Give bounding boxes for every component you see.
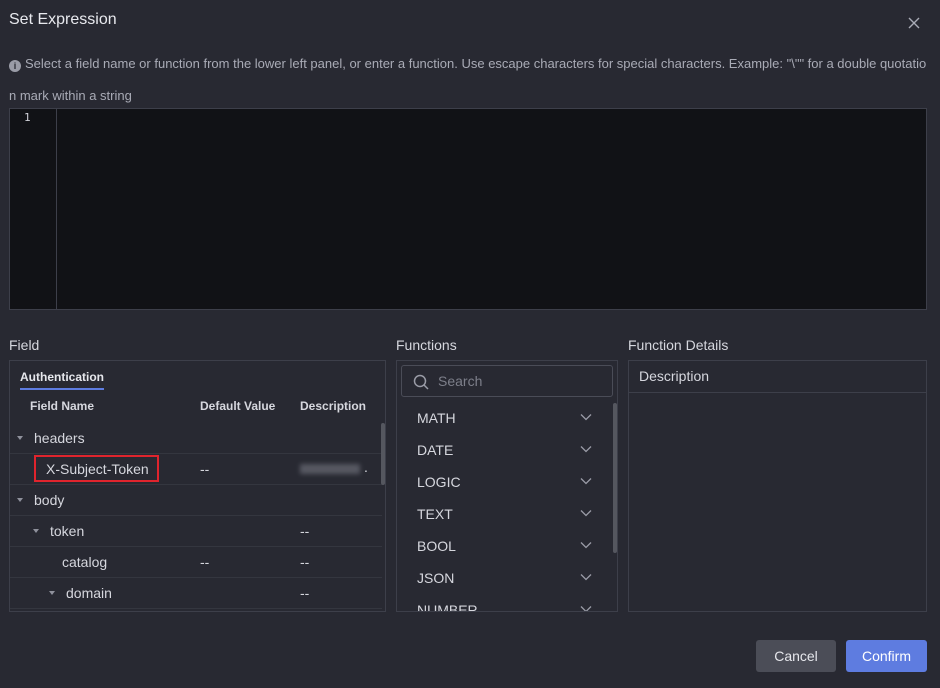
caret-down-icon[interactable] bbox=[17, 498, 23, 502]
default-value: -- bbox=[200, 554, 210, 570]
description: -- bbox=[300, 585, 310, 601]
field-table-header: Field Name Default Value Description bbox=[10, 399, 385, 421]
function-category[interactable]: BOOL bbox=[397, 530, 607, 562]
table-row[interactable]: headers bbox=[10, 423, 382, 454]
field-name: headers bbox=[34, 430, 85, 446]
functions-panel-label: Functions bbox=[396, 337, 457, 353]
functions-panel: MATH DATE LOGIC TEXT BOOL JSON NUMBER bbox=[396, 360, 618, 612]
function-category-label: MATH bbox=[417, 410, 456, 426]
chevron-down-icon[interactable] bbox=[580, 477, 592, 485]
field-name: body bbox=[34, 492, 65, 508]
table-row[interactable]: domain -- bbox=[10, 578, 382, 609]
blurred-description bbox=[300, 464, 360, 474]
function-category-label: BOOL bbox=[417, 538, 456, 554]
field-name: X-Subject-Token bbox=[46, 461, 149, 477]
table-row[interactable]: body bbox=[10, 485, 382, 516]
function-category-label: TEXT bbox=[417, 506, 453, 522]
details-header: Description bbox=[629, 361, 926, 393]
field-name: token bbox=[50, 523, 85, 539]
functions-scrollbar[interactable] bbox=[613, 403, 617, 553]
editor-gutter: 1 bbox=[10, 109, 57, 309]
line-number: 1 bbox=[24, 111, 31, 124]
search-box[interactable] bbox=[401, 365, 613, 397]
search-icon bbox=[413, 374, 429, 390]
table-row[interactable]: token -- bbox=[10, 516, 382, 547]
field-name: domain bbox=[66, 585, 112, 601]
function-category[interactable]: LOGIC bbox=[397, 466, 607, 498]
chevron-down-icon[interactable] bbox=[580, 605, 592, 612]
column-default-value: Default Value bbox=[200, 399, 276, 413]
function-details-panel: Description bbox=[628, 360, 927, 612]
column-description: Description bbox=[300, 399, 367, 413]
chevron-down-icon[interactable] bbox=[580, 509, 592, 517]
description: -- bbox=[300, 554, 310, 570]
field-name: catalog bbox=[62, 554, 108, 570]
hint-message: Select a field name or function from the… bbox=[9, 56, 927, 103]
chevron-down-icon[interactable] bbox=[580, 413, 592, 421]
cancel-button[interactable]: Cancel bbox=[756, 640, 836, 672]
table-row[interactable]: catalog -- -- bbox=[10, 547, 382, 578]
chevron-down-icon[interactable] bbox=[580, 541, 592, 549]
table-row[interactable]: X-Subject-Token -- . bbox=[10, 454, 382, 485]
caret-down-icon[interactable] bbox=[33, 529, 39, 533]
function-category[interactable]: MATH bbox=[397, 402, 607, 434]
column-field-name: Field Name bbox=[30, 399, 95, 413]
search-input[interactable] bbox=[438, 371, 598, 391]
description: -- bbox=[300, 523, 310, 539]
expression-editor[interactable]: 1 bbox=[9, 108, 927, 310]
dialog-title: Set Expression bbox=[9, 11, 117, 28]
function-category[interactable]: NUMBER bbox=[397, 594, 607, 612]
function-category-label: LOGIC bbox=[417, 474, 461, 490]
function-category-label: NUMBER bbox=[417, 602, 478, 612]
function-category-label: JSON bbox=[417, 570, 455, 586]
hint-text: i Select a field name or function from th… bbox=[9, 48, 929, 112]
tab-authentication[interactable]: Authentication bbox=[20, 370, 104, 390]
field-panel-label: Field bbox=[9, 337, 40, 353]
function-category[interactable]: TEXT bbox=[397, 498, 607, 530]
caret-down-icon[interactable] bbox=[49, 591, 55, 595]
close-icon[interactable] bbox=[905, 14, 923, 32]
field-panel: Authentication Field Name Default Value … bbox=[9, 360, 386, 612]
info-icon: i bbox=[9, 60, 21, 72]
details-header-label: Description bbox=[639, 368, 710, 384]
caret-down-icon[interactable] bbox=[17, 436, 23, 440]
field-scrollbar[interactable] bbox=[381, 423, 385, 485]
chevron-down-icon[interactable] bbox=[580, 445, 592, 453]
chevron-down-icon[interactable] bbox=[580, 573, 592, 581]
description-trailing: . bbox=[364, 459, 368, 475]
function-details-label: Function Details bbox=[628, 337, 729, 353]
function-category[interactable]: DATE bbox=[397, 434, 607, 466]
default-value: -- bbox=[200, 461, 210, 477]
confirm-button[interactable]: Confirm bbox=[846, 640, 927, 672]
function-category-label: DATE bbox=[417, 442, 454, 458]
function-category[interactable]: JSON bbox=[397, 562, 607, 594]
